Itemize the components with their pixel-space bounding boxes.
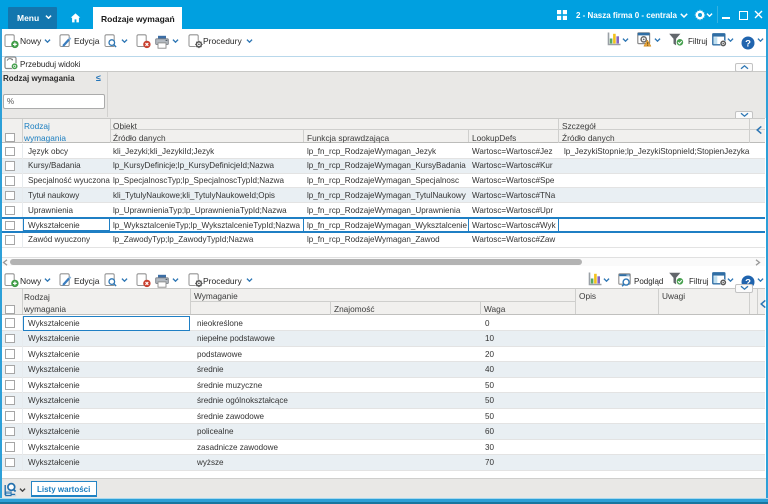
svg-text:?: ? xyxy=(745,38,751,49)
